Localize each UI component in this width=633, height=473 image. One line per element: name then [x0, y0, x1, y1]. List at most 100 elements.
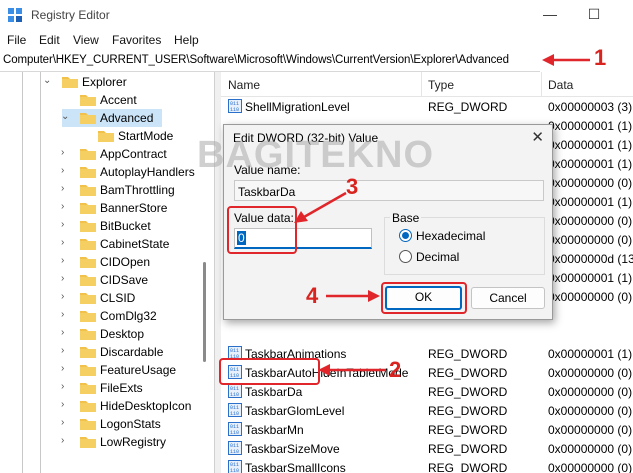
decimal-label[interactable]: Decimal [416, 250, 459, 264]
tree-item[interactable]: › Desktop [0, 325, 200, 343]
hexadecimal-label[interactable]: Hexadecimal [416, 229, 485, 243]
chevron-right-icon[interactable]: › [61, 381, 71, 392]
tree-item-label[interactable]: AutoplayHandlers [100, 165, 195, 179]
value-row[interactable]: 011 110 TaskbarMn REG_DWORD 0x00000000 (0) [221, 420, 633, 439]
tree-item-label[interactable]: LogonStats [100, 417, 161, 431]
chevron-right-icon[interactable]: › [61, 291, 71, 302]
column-data[interactable]: Data [548, 78, 573, 92]
address-bar[interactable]: Computer\HKEY_CURRENT_USER\Software\Micr… [0, 51, 540, 72]
value-data: 0x00000001 (1) [548, 195, 633, 209]
chevron-right-icon[interactable]: › [61, 363, 71, 374]
tree-item[interactable]: › LowRegistry [0, 433, 200, 451]
annotation-number-1: 1 [594, 45, 607, 70]
column-type[interactable]: Type [428, 78, 454, 92]
chevron-right-icon[interactable]: › [61, 147, 71, 158]
chevron-right-icon[interactable]: › [61, 237, 71, 248]
column-separator[interactable] [421, 72, 422, 96]
value-name: TaskbarSizeMove [245, 442, 340, 456]
tree-item-label[interactable]: ComDlg32 [100, 309, 157, 323]
hexadecimal-radio[interactable] [399, 229, 412, 242]
tree-item[interactable]: › LogonStats [0, 415, 200, 433]
chevron-right-icon[interactable]: › [61, 201, 71, 212]
tree-item[interactable]: › FeatureUsage [0, 361, 200, 379]
menu-favorites[interactable]: Favorites [112, 33, 161, 47]
tree-scrollbar[interactable] [203, 262, 206, 362]
tree-item-label[interactable]: LowRegistry [100, 435, 166, 449]
cancel-button[interactable]: Cancel [471, 287, 545, 309]
tree-item-label[interactable]: CLSID [100, 291, 135, 305]
list-header: Name Type Data [221, 72, 633, 97]
tree-item[interactable]: ⌄ Explorer [0, 73, 200, 91]
chevron-right-icon[interactable]: › [61, 417, 71, 428]
annotation-arrow-2 [318, 364, 386, 376]
tree-item-label[interactable]: Accent [100, 93, 137, 107]
tree-item-label[interactable]: Advanced [100, 111, 153, 125]
close-icon[interactable]: ✕ [531, 128, 544, 146]
chevron-right-icon[interactable]: › [61, 399, 71, 410]
tree-item-label[interactable]: StartMode [118, 129, 173, 143]
tree-item[interactable]: › CLSID [0, 289, 200, 307]
tree-item[interactable]: › FileExts [0, 379, 200, 397]
tree-item-label[interactable]: FeatureUsage [100, 363, 176, 377]
column-separator[interactable] [541, 72, 542, 96]
annotation-box-taskbarda [219, 358, 320, 385]
menu-file[interactable]: File [7, 33, 26, 47]
menu-view[interactable]: View [73, 33, 99, 47]
dword-value-icon: 011 110 [228, 441, 242, 455]
menu-help[interactable]: Help [174, 33, 199, 47]
tree-item-label[interactable]: HideDesktopIcon [100, 399, 191, 413]
menu-edit[interactable]: Edit [39, 33, 60, 47]
chevron-right-icon[interactable]: › [61, 345, 71, 356]
tree-item[interactable]: › BamThrottling [0, 181, 200, 199]
chevron-right-icon[interactable]: › [61, 183, 71, 194]
tree-item-label[interactable]: BitBucket [100, 219, 151, 233]
title-bar: Registry Editor — ☐ [0, 0, 633, 30]
tree-item-label[interactable]: Desktop [100, 327, 144, 341]
tree-item[interactable]: › BitBucket [0, 217, 200, 235]
value-data: 0x00000000 (0) [548, 442, 633, 456]
tree-item[interactable]: › CIDOpen [0, 253, 200, 271]
chevron-right-icon[interactable]: › [61, 327, 71, 338]
tree-item-label[interactable]: BamThrottling [100, 183, 175, 197]
maximize-button[interactable]: ☐ [585, 6, 603, 22]
tree-item[interactable]: › AutoplayHandlers [0, 163, 200, 181]
chevron-right-icon[interactable]: › [61, 165, 71, 176]
tree-item-label[interactable]: CIDOpen [100, 255, 150, 269]
value-row[interactable]: 011 110 TaskbarSizeMove REG_DWORD 0x00000000… [221, 439, 633, 458]
tree-item-label[interactable]: Discardable [100, 345, 163, 359]
tree-item[interactable]: › CabinetState [0, 235, 200, 253]
value-row[interactable]: 011 110 ShellMigrationLevel REG_DWORD 0x0000… [221, 97, 633, 116]
tree-item[interactable]: › BannerStore [0, 199, 200, 217]
tree-item-label[interactable]: BannerStore [100, 201, 167, 215]
tree-item-label[interactable]: CabinetState [100, 237, 169, 251]
chevron-right-icon[interactable]: › [61, 255, 71, 266]
chevron-right-icon[interactable]: › [61, 435, 71, 446]
tree-item[interactable]: › AppContract [0, 145, 200, 163]
value-row[interactable] [221, 325, 633, 344]
tree-item-label[interactable]: FileExts [100, 381, 143, 395]
chevron-down-icon[interactable]: ⌄ [43, 75, 53, 86]
minimize-button[interactable]: — [541, 6, 559, 22]
value-row[interactable]: 011 110 TaskbarGlomLevel REG_DWORD 0x0000000… [221, 401, 633, 420]
tree-item[interactable]: StartMode [0, 127, 200, 145]
tree-item-label[interactable]: CIDSave [100, 273, 148, 287]
chevron-down-icon[interactable]: ⌄ [61, 111, 71, 122]
folder-icon [80, 292, 96, 304]
tree-item[interactable]: › ComDlg32 [0, 307, 200, 325]
chevron-right-icon[interactable]: › [61, 273, 71, 284]
decimal-radio[interactable] [399, 250, 412, 263]
tree-item[interactable]: › CIDSave [0, 271, 200, 289]
tree-item[interactable]: › Discardable [0, 343, 200, 361]
tree-item[interactable]: ⌄ Advanced [61, 109, 162, 127]
value-row[interactable]: 011 110 TaskbarSmallIcons REG_DWORD 0x000000… [221, 458, 633, 473]
tree-item-label[interactable]: Explorer [82, 75, 127, 89]
value-name: TaskbarGlomLevel [245, 404, 345, 418]
tree-item-label[interactable]: AppContract [100, 147, 167, 161]
tree-item[interactable]: Accent [0, 91, 200, 109]
folder-icon [80, 112, 96, 124]
tree-item[interactable]: › HideDesktopIcon [0, 397, 200, 415]
chevron-right-icon[interactable]: › [61, 219, 71, 230]
column-name[interactable]: Name [228, 78, 260, 92]
address-path[interactable]: Computer\HKEY_CURRENT_USER\Software\Micr… [3, 54, 509, 66]
chevron-right-icon[interactable]: › [61, 309, 71, 320]
